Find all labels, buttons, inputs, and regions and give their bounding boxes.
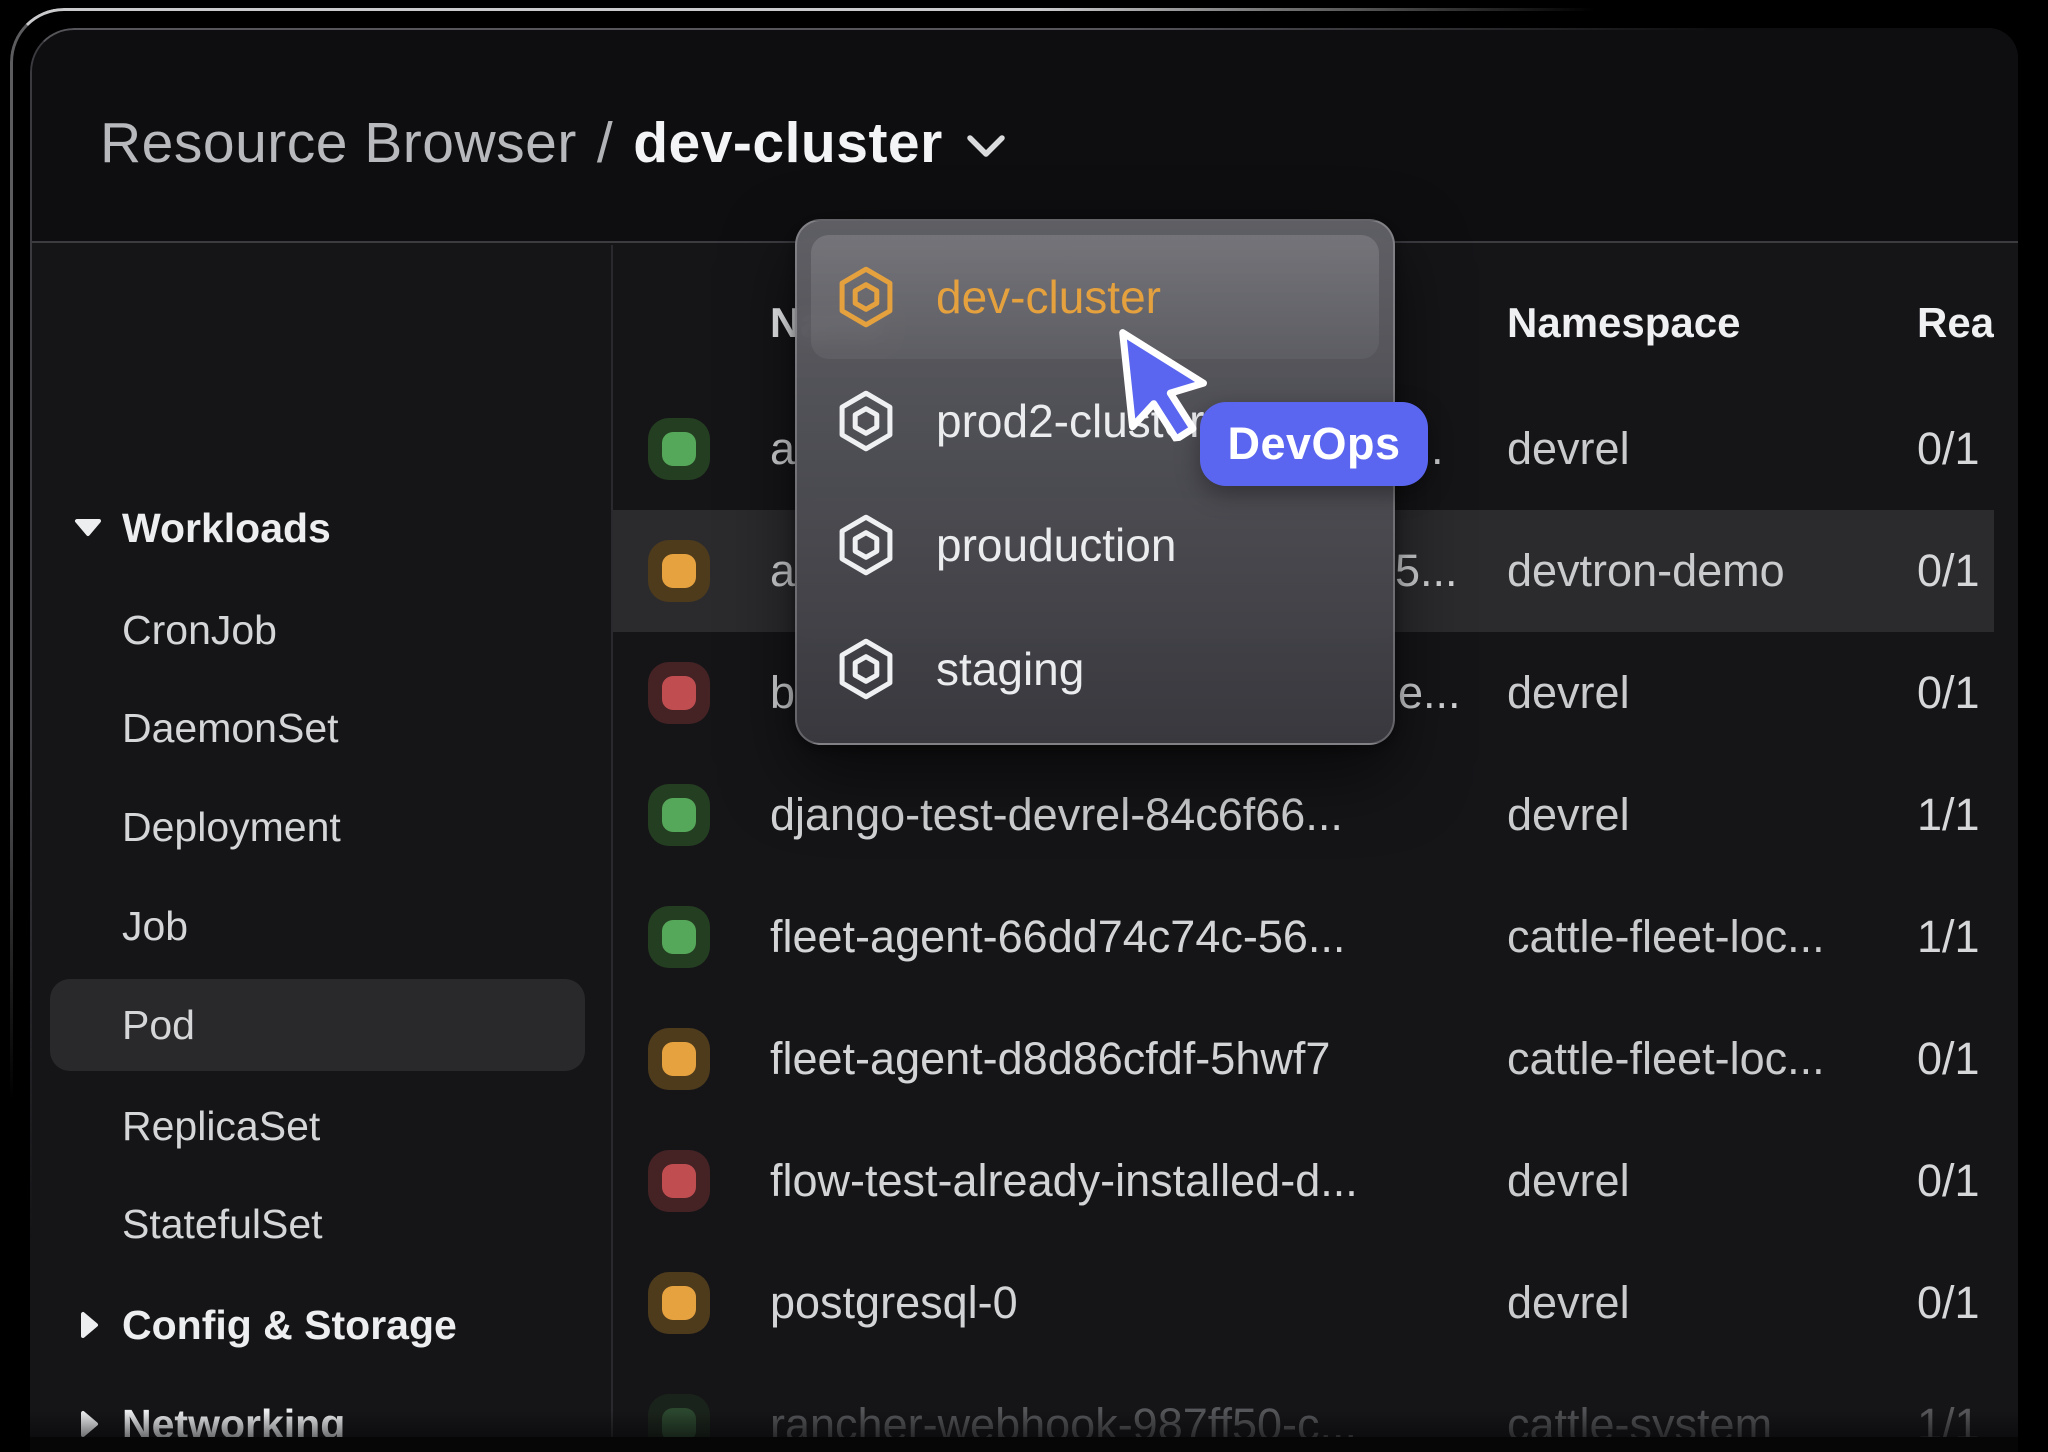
sidebar-item[interactable]: Pod bbox=[50, 979, 585, 1071]
window-bottom-fade bbox=[30, 1411, 2018, 1437]
sidebar-item[interactable]: StatefulSet bbox=[30, 1175, 611, 1273]
sidebar-item-label: Pod bbox=[122, 1001, 195, 1048]
table-row[interactable]: fleet-agent-d8d86cfdf-5hwf7 cattle-fleet… bbox=[613, 998, 1994, 1120]
chevron-down-icon bbox=[967, 135, 1005, 157]
sidebar-item[interactable]: Deployment bbox=[30, 778, 611, 876]
sidebar: Workloads CronJob DaemonSet Deployment J… bbox=[30, 245, 611, 1452]
breadcrumb-separator: / bbox=[596, 111, 614, 175]
cluster-hexagon-icon bbox=[839, 266, 893, 328]
column-header-ready: Ready bbox=[1917, 299, 1994, 346]
pod-name: flow-test-already-installed-d... bbox=[770, 1155, 1358, 1206]
cluster-item-label: staging bbox=[936, 643, 1085, 695]
pod-name: a bbox=[770, 545, 796, 596]
sidebar-item-label: CronJob bbox=[122, 606, 277, 653]
namespace-cell: devrel bbox=[1507, 423, 1630, 474]
pod-status-icon bbox=[648, 1150, 710, 1212]
sidebar-item[interactable]: ReplicaSet bbox=[30, 1077, 611, 1175]
namespace-cell: cattle-fleet-loc... bbox=[1507, 1033, 1825, 1084]
namespace-cell: devrel bbox=[1507, 1155, 1630, 1206]
cluster-dropdown-item[interactable]: prouduction bbox=[811, 483, 1379, 607]
ready-cell: 0/1 bbox=[1917, 667, 1980, 718]
namespace-cell: cattle-fleet-loc... bbox=[1507, 911, 1825, 962]
pod-name: b bbox=[770, 667, 796, 718]
cluster-hexagon-icon bbox=[839, 390, 893, 452]
sidebar-item[interactable]: DaemonSet bbox=[30, 679, 611, 777]
window-bottom-edge bbox=[30, 1437, 2018, 1452]
sidebar-item-label: StatefulSet bbox=[122, 1200, 323, 1247]
ready-cell: 0/1 bbox=[1917, 1033, 1980, 1084]
pod-status-icon bbox=[648, 784, 710, 846]
ready-cell: 0/1 bbox=[1917, 1155, 1980, 1206]
collaborator-badge: DevOps bbox=[1200, 402, 1428, 486]
ready-cell: 0/1 bbox=[1917, 1277, 1980, 1328]
namespace-cell: devrel bbox=[1507, 667, 1630, 718]
pod-status-icon bbox=[648, 540, 710, 602]
sidebar-item-label: DaemonSet bbox=[122, 704, 339, 751]
column-header-namespace: Namespace bbox=[1507, 299, 1741, 346]
table-row[interactable]: postgresql-0 devrel 0/1 bbox=[613, 1242, 1994, 1364]
pod-name: django-test-devrel-84c6f66... bbox=[770, 789, 1343, 840]
table-row[interactable]: fleet-agent-66dd74c74c-56... cattle-flee… bbox=[613, 876, 1994, 998]
namespace-cell: devtron-demo bbox=[1507, 545, 1785, 596]
ready-cell: 1/1 bbox=[1917, 789, 1980, 840]
pod-status-icon bbox=[648, 662, 710, 724]
namespace-cell: devrel bbox=[1507, 789, 1630, 840]
sidebar-item-label: Job bbox=[122, 902, 189, 949]
sidebar-item[interactable]: Workloads bbox=[30, 479, 611, 577]
pod-name-fragment: e... bbox=[1398, 667, 1461, 718]
sidebar-item[interactable]: Job bbox=[30, 877, 611, 975]
app-window: Resource Browser / dev-cluster Workloads bbox=[30, 28, 2018, 1452]
ready-cell: 0/1 bbox=[1917, 545, 1980, 596]
pod-name-fragment: . bbox=[1431, 423, 1444, 474]
sidebar-item[interactable]: Config & Storage bbox=[30, 1276, 611, 1374]
breadcrumb-root[interactable]: Resource Browser bbox=[100, 110, 577, 176]
namespace-cell: devrel bbox=[1507, 1277, 1630, 1328]
pod-status-icon bbox=[648, 418, 710, 480]
ready-cell: 0/1 bbox=[1917, 423, 1980, 474]
table-row[interactable]: flow-test-already-installed-d... devrel … bbox=[613, 1120, 1994, 1242]
cluster-dropdown-item[interactable]: dev-cluster bbox=[811, 235, 1379, 359]
pod-name: a bbox=[770, 423, 796, 474]
pod-name: fleet-agent-d8d86cfdf-5hwf7 bbox=[770, 1033, 1331, 1084]
cluster-hexagon-icon bbox=[839, 514, 893, 576]
ready-cell: 1/1 bbox=[1917, 911, 1980, 962]
caret-right-icon bbox=[81, 1312, 98, 1338]
pod-name-fragment: 5... bbox=[1395, 545, 1458, 596]
sidebar-item-label: ReplicaSet bbox=[122, 1102, 321, 1149]
cluster-item-label: dev-cluster bbox=[936, 271, 1161, 323]
cluster-hexagon-icon bbox=[839, 638, 893, 700]
pod-name: postgresql-0 bbox=[770, 1277, 1018, 1328]
breadcrumb: Resource Browser / dev-cluster bbox=[100, 110, 1007, 176]
cluster-item-label: prod2-cluster bbox=[936, 395, 1205, 447]
sidebar-item-label: Config & Storage bbox=[122, 1301, 457, 1348]
caret-down-icon bbox=[75, 519, 101, 536]
sidebar-item-label: Deployment bbox=[122, 803, 341, 850]
sidebar-item-label: Workloads bbox=[122, 504, 331, 551]
pod-status-icon bbox=[648, 1272, 710, 1334]
cluster-item-label: prouduction bbox=[936, 519, 1177, 571]
pod-status-icon bbox=[648, 906, 710, 968]
sidebar-item[interactable]: CronJob bbox=[30, 581, 611, 679]
table-row[interactable]: django-test-devrel-84c6f66... devrel 1/1 bbox=[613, 754, 1994, 876]
cluster-selector[interactable]: dev-cluster bbox=[633, 110, 1007, 176]
cluster-dropdown-item[interactable]: staging bbox=[811, 607, 1379, 731]
collaborator-name: DevOps bbox=[1227, 418, 1401, 469]
selected-cluster-name: dev-cluster bbox=[633, 111, 943, 175]
pod-name: fleet-agent-66dd74c74c-56... bbox=[770, 911, 1346, 962]
pod-status-icon bbox=[648, 1028, 710, 1090]
